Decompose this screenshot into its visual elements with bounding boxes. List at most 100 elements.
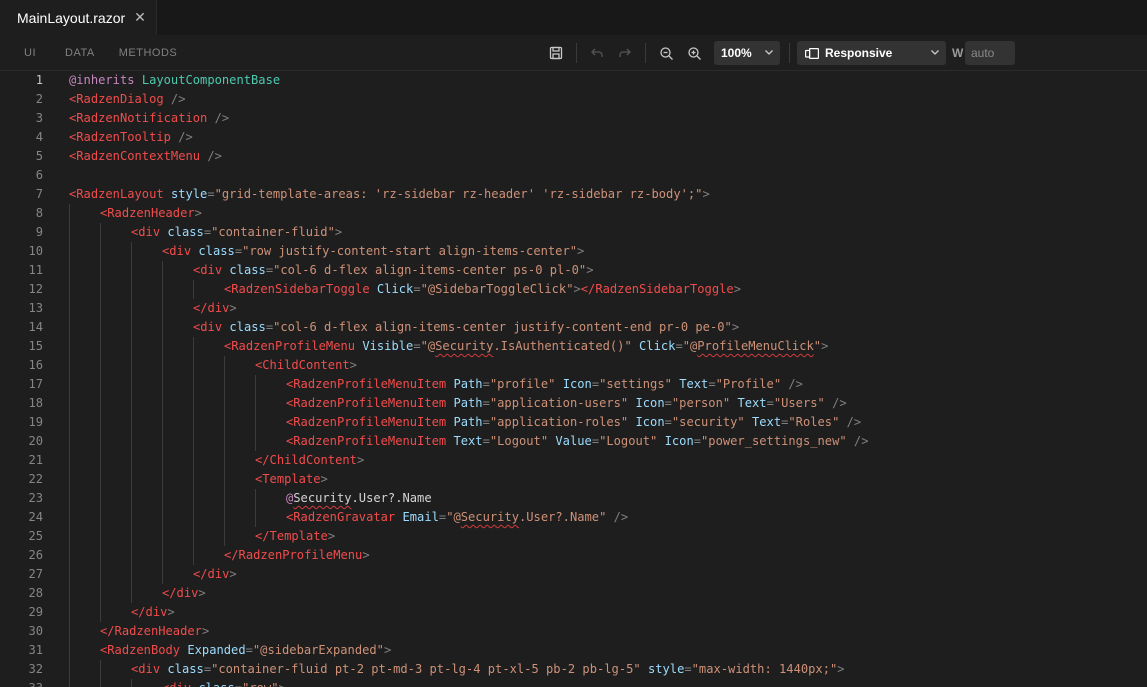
line-number: 21 (28, 453, 43, 467)
code-token: "col-6 d-flex align-items-center ps-0 pl… (273, 263, 587, 277)
code-line[interactable]: 29 </div> (0, 603, 1147, 622)
code-text: </ChildContent> (255, 451, 364, 470)
code-line[interactable]: 11 <div class="col-6 d-flex align-items-c… (0, 261, 1147, 280)
code-text: <RadzenSidebarToggle Click="@SidebarTogg… (224, 280, 741, 299)
code-line[interactable]: 26 </RadzenProfileMenu> (0, 546, 1147, 565)
code-line[interactable]: 3 <RadzenNotification /> (0, 109, 1147, 128)
code-line[interactable]: 14 <div class="col-6 d-flex align-items-c… (0, 318, 1147, 337)
code-token: > (201, 624, 210, 638)
code-line[interactable]: 1 @inherits LayoutComponentBase (0, 71, 1147, 90)
code-token: /> (824, 396, 847, 410)
line-number: 5 (35, 149, 43, 163)
code-token: > (279, 681, 286, 687)
indent-guide (224, 356, 225, 375)
code-token: </ChildContent (255, 453, 357, 467)
code-line[interactable]: 6 (0, 166, 1147, 185)
code-token: "@sidebarExpanded" (252, 643, 384, 657)
indent-guide (193, 527, 194, 546)
code-line[interactable]: 18 <RadzenProfileMenuItem Path="applicati… (0, 394, 1147, 413)
code-token: > (167, 605, 175, 619)
indent-guide (162, 337, 163, 356)
code-line[interactable]: 21 </ChildContent> (0, 451, 1147, 470)
zoom-in-icon[interactable] (683, 42, 705, 64)
save-icon[interactable] (545, 42, 567, 64)
code-line[interactable]: 33 <div class="row"> (0, 679, 1147, 687)
indent-guide (100, 451, 101, 470)
code-line[interactable]: 2 <RadzenDialog /> (0, 90, 1147, 109)
indent-guide (100, 603, 101, 622)
indent-guide (131, 565, 132, 584)
indent-guide (162, 565, 163, 584)
code-line[interactable]: 13 </div> (0, 299, 1147, 318)
file-tab-title: MainLayout.razor (17, 9, 126, 26)
code-token: > (837, 662, 845, 676)
line-number: 24 (28, 510, 43, 524)
indent-guide (193, 413, 194, 432)
undo-icon[interactable] (586, 42, 608, 64)
indent-guide (131, 489, 132, 508)
code-line[interactable]: 20 <RadzenProfileMenuItem Text="Logout" V… (0, 432, 1147, 451)
code-line[interactable]: 24 <RadzenGravatar Email="@Security.User?… (0, 508, 1147, 527)
tab-data[interactable]: DATA (53, 47, 107, 59)
redo-icon[interactable] (614, 42, 636, 64)
width-input[interactable] (965, 41, 1015, 65)
tab-methods[interactable]: METHODS (107, 47, 190, 59)
code-line[interactable]: 28 </div> (0, 584, 1147, 603)
code-line[interactable]: 10 <div class="row justify-content-start … (0, 242, 1147, 261)
indent-guide (193, 432, 194, 451)
code-line[interactable]: 22 <Template> (0, 470, 1147, 489)
file-tab[interactable]: MainLayout.razor ✕ (0, 0, 157, 35)
code-text: <div class="container-fluid pt-2 pt-md-3… (131, 660, 845, 679)
indent-guide (69, 565, 70, 584)
indent-guide (193, 546, 194, 565)
code-text: @Security.User?.Name (286, 489, 432, 508)
indent-guide (162, 299, 163, 318)
indent-guide (255, 508, 256, 527)
code-line[interactable]: 31 <RadzenBody Expanded="@sidebarExpanded… (0, 641, 1147, 660)
code-line[interactable]: 32 <div class="container-fluid pt-2 pt-md… (0, 660, 1147, 679)
code-token: <Template (255, 472, 321, 486)
code-token: Visible (362, 339, 414, 353)
code-line[interactable]: 30 </RadzenHeader> (0, 622, 1147, 641)
code-text: <RadzenContextMenu /> (69, 147, 222, 166)
code-line[interactable]: 5 <RadzenContextMenu /> (0, 147, 1147, 166)
code-line[interactable]: 9 <div class="container-fluid"> (0, 223, 1147, 242)
indent-guide (162, 546, 163, 565)
code-line[interactable]: 15 <RadzenProfileMenu Visible="@Security.… (0, 337, 1147, 356)
close-icon[interactable]: ✕ (130, 9, 150, 26)
code-line[interactable]: 25 </Template> (0, 527, 1147, 546)
code-token: > (731, 320, 740, 334)
zoom-out-icon[interactable] (655, 42, 677, 64)
device-select[interactable]: Responsive (797, 41, 946, 65)
indent-guide (255, 375, 256, 394)
code-token: /> (781, 377, 803, 391)
indent-guide (193, 280, 194, 299)
indent-guide (224, 470, 225, 489)
code-token: .User?.Name (351, 491, 432, 505)
code-text: <RadzenBody Expanded="@sidebarExpanded"> (100, 641, 391, 660)
code-line[interactable]: 12 <RadzenSidebarToggle Click="@SidebarTo… (0, 280, 1147, 299)
code-line[interactable]: 23 @Security.User?.Name (0, 489, 1147, 508)
indent-guide (69, 204, 70, 223)
code-line[interactable]: 17 <RadzenProfileMenuItem Path="profile" … (0, 375, 1147, 394)
code-line[interactable]: 19 <RadzenProfileMenuItem Path="applicati… (0, 413, 1147, 432)
tab-ui[interactable]: UI (0, 47, 53, 59)
code-line[interactable]: 7 <RadzenLayout style="grid-template-area… (0, 185, 1147, 204)
code-editor[interactable]: 1 @inherits LayoutComponentBase 2 <RadzenDi… (0, 71, 1147, 687)
code-line[interactable]: 27 </div> (0, 565, 1147, 584)
zoom-select[interactable]: 100% (714, 41, 780, 65)
indent-guide (162, 375, 163, 394)
code-text: <RadzenProfileMenu Visible="@Security.Is… (224, 337, 828, 356)
code-line[interactable]: 8 <RadzenHeader> (0, 204, 1147, 223)
code-token: </RadzenProfileMenu (224, 548, 363, 562)
code-line[interactable]: 4 <RadzenTooltip /> (0, 128, 1147, 147)
line-number: 15 (28, 339, 43, 353)
indent-guide (69, 375, 70, 394)
code-line[interactable]: 16 <ChildContent> (0, 356, 1147, 375)
indent-guide (193, 337, 194, 356)
code-token: > (586, 263, 594, 277)
